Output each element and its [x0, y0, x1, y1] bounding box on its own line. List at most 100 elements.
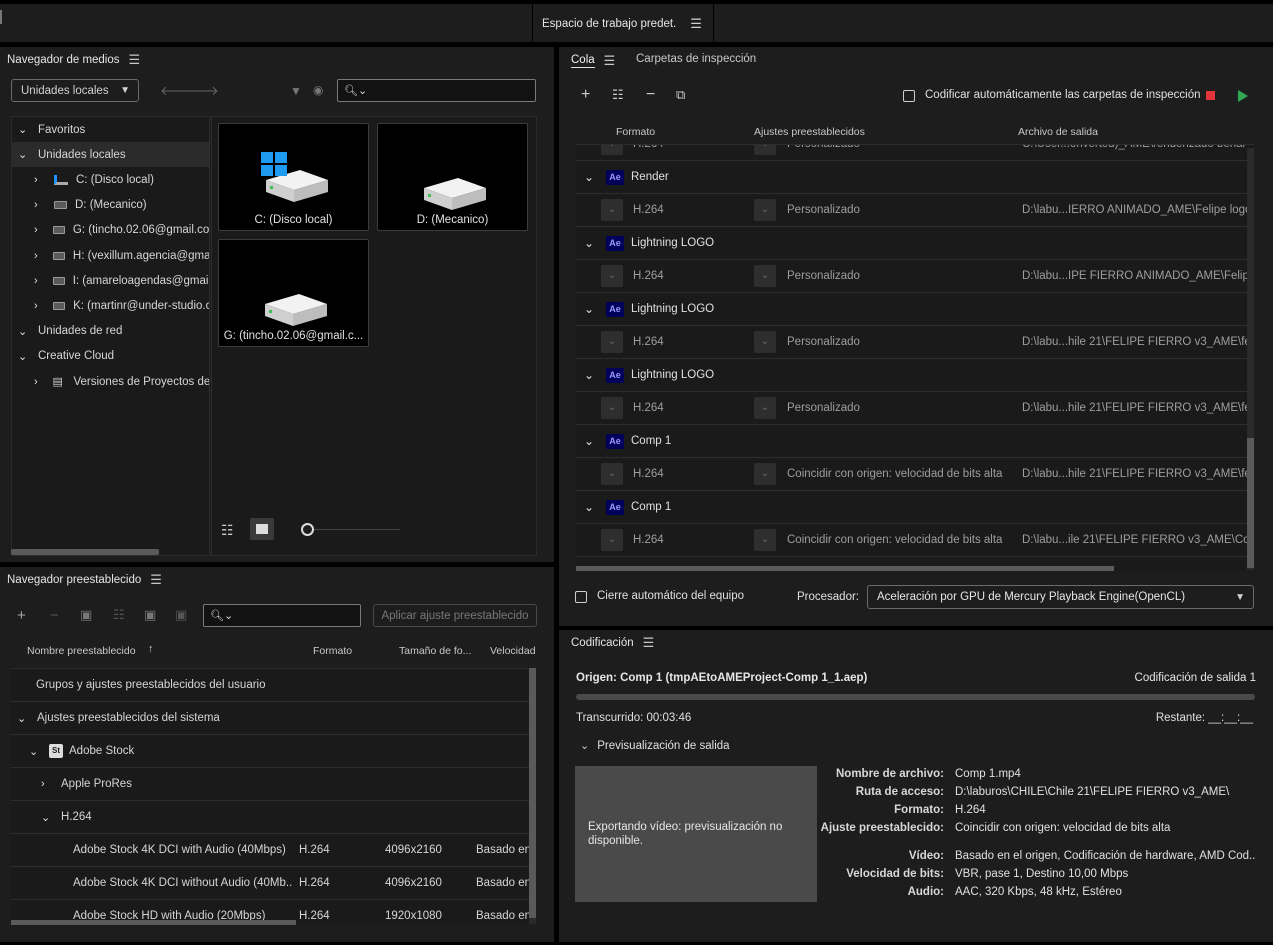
drive-tile[interactable]: C: (Disco local)	[218, 123, 369, 231]
preset-row[interactable]: ⌄ St Adobe Stock	[11, 735, 529, 768]
chevron-right-icon[interactable]: ›	[34, 174, 54, 186]
zoom-slider-track[interactable]	[306, 529, 400, 530]
chevron-down-icon[interactable]: ⌄	[584, 434, 594, 448]
chevron-right-icon[interactable]: ›	[34, 376, 53, 388]
queue-source-row[interactable]: ⌄ Ae Lightning LOGO	[576, 359, 1254, 392]
media-search-input[interactable]: 🔍︎⌄	[337, 79, 536, 102]
queue-output-file[interactable]: D:\labu...IPE FIERRO ANIMADO_AME\Felipe …	[1022, 270, 1247, 282]
tree-item[interactable]: › ▤ Versiones de Proyectos de e	[12, 369, 209, 394]
media-tree-scrollbar[interactable]	[11, 549, 159, 555]
queue-list-vscroll-thumb[interactable]	[1247, 438, 1254, 568]
tree-item[interactable]: ⌄ Creative Cloud	[12, 344, 209, 369]
apply-preset-button[interactable]: Aplicar ajuste preestablecido	[373, 604, 537, 627]
remove-source-icon[interactable]: −	[646, 86, 655, 104]
queue-output-row[interactable]: ⌄ H.264 ⌄ Coincidir con origen: velocidad d…	[576, 524, 1254, 557]
queue-source-row[interactable]: ⌄ Ae Lightning LOGO	[576, 227, 1254, 260]
column-output-header[interactable]: Archivo de salida	[1018, 126, 1098, 138]
chevron-down-icon[interactable]: ⌄	[18, 350, 38, 363]
preset-dropdown[interactable]: ⌄	[754, 265, 776, 287]
column-speed-header[interactable]: Velocidad	[490, 645, 536, 657]
workspace-menu-icon[interactable]: ☰	[690, 16, 702, 32]
tree-item[interactable]: › I: (amareloagendas@gmail.c	[12, 268, 209, 293]
stop-queue-button[interactable]	[1206, 91, 1215, 100]
format-dropdown[interactable]: ⌄	[601, 265, 623, 287]
queue-preset[interactable]: Personalizado	[787, 402, 1007, 414]
preset-dropdown[interactable]: ⌄	[754, 199, 776, 221]
queue-source-row[interactable]: ⌄ Ae Render	[576, 161, 1254, 194]
media-browser-menu-icon[interactable]: ☰	[129, 52, 141, 68]
queue-preset[interactable]: Coincidir con origen: velocidad de bits …	[787, 468, 1007, 480]
preview-toggle[interactable]: ⌄ Previsualización de salida	[580, 739, 730, 753]
format-dropdown[interactable]: ⌄	[601, 463, 623, 485]
chevron-right-icon[interactable]: ›	[34, 300, 53, 312]
preset-row[interactable]: › Apple ProRes	[11, 768, 529, 801]
tab-queue[interactable]: Cola ☰	[571, 53, 615, 69]
preset-settings-icon[interactable]: ☷	[113, 607, 125, 623]
location-select[interactable]: Unidades locales ▼	[11, 79, 139, 102]
queue-preset[interactable]: Personalizado	[787, 270, 1007, 282]
preset-list-vscroll[interactable]	[529, 668, 536, 924]
tree-item[interactable]: › G: (tincho.02.06@gmail.com	[12, 218, 209, 243]
auto-encode-checkbox[interactable]	[903, 90, 915, 102]
queue-list-hscroll[interactable]	[576, 566, 1114, 571]
queue-source-row[interactable]: ⌄ Ae Comp 1	[576, 491, 1254, 524]
format-dropdown[interactable]: ⌄	[601, 397, 623, 419]
chevron-down-icon[interactable]: ⌄	[18, 123, 38, 136]
thumbnail-view-button[interactable]	[250, 518, 274, 540]
queue-list-vscroll[interactable]	[1247, 148, 1254, 570]
preset-row[interactable]: ⌄ H.264	[11, 801, 529, 834]
queue-format[interactable]: H.264	[633, 204, 664, 216]
queue-output-row[interactable]: ⌄ H.264 ⌄ Coincidir con origen: velocidad d…	[576, 458, 1254, 491]
chevron-down-icon[interactable]: ⌄	[18, 325, 38, 338]
column-preset-header[interactable]: Ajustes preestablecidos	[754, 126, 865, 138]
queue-output-file[interactable]: C:\User...onverted)_AME\renderizado beha…	[1022, 145, 1247, 150]
add-source-icon[interactable]: +	[581, 86, 590, 104]
chevron-right-icon[interactable]: ›	[34, 224, 53, 236]
column-format-header[interactable]: Formato	[616, 126, 655, 138]
chevron-down-icon[interactable]: ⌄	[584, 368, 594, 382]
tree-item[interactable]: ⌄ Unidades locales	[12, 142, 209, 168]
start-queue-button[interactable]	[1238, 90, 1248, 102]
tree-item[interactable]: ⌄ Unidades de red	[12, 319, 209, 344]
queue-output-row[interactable]: ⌄ H.264 ⌄ Personalizado C:\User...onverted)_…	[576, 145, 1254, 161]
chevron-down-icon[interactable]: ⌄	[17, 712, 26, 725]
chevron-right-icon[interactable]: ›	[34, 275, 53, 287]
import-preset-icon[interactable]: ▣	[144, 607, 156, 623]
queue-format[interactable]: H.264	[633, 402, 664, 414]
queue-output-file[interactable]: D:\labu...IERRO ANIMADO_AME\Felipe logo …	[1022, 204, 1247, 216]
preset-list-vscroll-thumb[interactable]	[529, 668, 536, 918]
queue-settings-icon[interactable]: ☷	[612, 87, 624, 103]
queue-format[interactable]: H.264	[633, 468, 664, 480]
queue-output-file[interactable]: D:\labu...hile 21\FELIPE FIERRO v3_AME\f…	[1022, 336, 1247, 348]
drive-tile[interactable]: D: (Mecanico)	[377, 123, 528, 231]
preset-dropdown[interactable]: ⌄	[754, 463, 776, 485]
chevron-down-icon[interactable]: ⌄	[18, 148, 38, 161]
preset-dropdown[interactable]: ⌄	[754, 529, 776, 551]
preset-list-hscroll[interactable]	[11, 920, 296, 925]
tree-item[interactable]: ⌄ Favoritos	[12, 117, 209, 142]
chevron-right-icon[interactable]: ›	[41, 778, 45, 790]
preset-browser-menu-icon[interactable]: ☰	[150, 572, 162, 588]
tree-item[interactable]: › C: (Disco local)	[12, 167, 209, 192]
queue-format[interactable]: H.264	[633, 336, 664, 348]
format-dropdown[interactable]: ⌄	[601, 529, 623, 551]
queue-output-row[interactable]: ⌄ H.264 ⌄ Personalizado D:\labu...hile 21\FE…	[576, 392, 1254, 425]
chevron-right-icon[interactable]: ›	[34, 199, 54, 211]
queue-format[interactable]: H.264	[633, 534, 664, 546]
queue-menu-icon[interactable]: ☰	[604, 53, 616, 69]
queue-format[interactable]: H.264	[633, 270, 664, 282]
remove-preset-icon[interactable]: −	[50, 607, 59, 624]
drive-tile[interactable]: G: (tincho.02.06@gmail.c...	[218, 239, 369, 347]
renderer-select[interactable]: Aceleración por GPU de Mercury Playback …	[867, 585, 1254, 609]
export-preset-icon[interactable]: ▣	[175, 607, 187, 623]
queue-output-row[interactable]: ⌄ H.264 ⌄ Personalizado D:\labu...IERRO ANIM…	[576, 194, 1254, 227]
queue-preset[interactable]: Coincidir con origen: velocidad de bits …	[787, 534, 1007, 546]
zoom-slider-handle[interactable]	[301, 523, 314, 536]
chevron-down-icon[interactable]: ⌄	[584, 170, 594, 184]
chevron-down-icon[interactable]: ⌄	[29, 745, 38, 758]
tab-watch-folders[interactable]: Carpetas de inspección	[636, 53, 756, 65]
preset-dropdown[interactable]: ⌄	[754, 145, 776, 155]
filter-icon[interactable]: ▼	[290, 84, 302, 98]
chevron-down-icon[interactable]: ⌄	[584, 236, 594, 250]
forward-arrow-icon[interactable]: 🡒	[184, 83, 219, 99]
